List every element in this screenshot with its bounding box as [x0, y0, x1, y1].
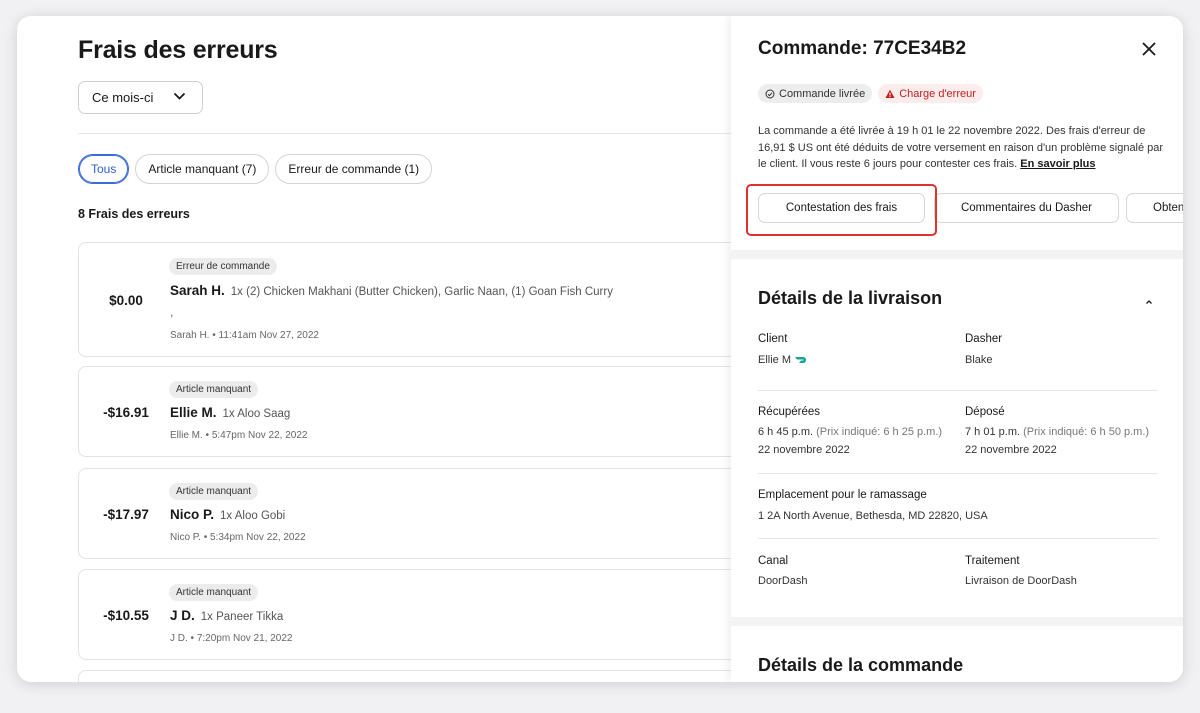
divider [758, 390, 1157, 391]
dropoff-quoted: (Prix indiqué: 6 h 50 p.m.) [1023, 426, 1150, 438]
close-icon[interactable] [1140, 40, 1158, 58]
error-charge-card[interactable]: $0.00 Erreur de commande Sarah H. 1x (2) … [78, 242, 758, 357]
category-tag: Article manquant [169, 483, 259, 500]
dispute-charge-button[interactable]: Contestation des frais [758, 193, 925, 223]
items-continuation: , [170, 305, 174, 319]
fulfillment-label: Traitement [965, 555, 1020, 567]
warning-icon [885, 89, 895, 98]
customer-name: Ellie M. [170, 405, 217, 420]
dropoff-time-line: 7 h 01 p.m. (Prix indiqué: 6 h 50 p.m.) [965, 426, 1149, 438]
section-divider [731, 250, 1183, 259]
category-tag: Article manquant [169, 584, 259, 601]
pickup-location-value: 1 2A North Avenue, Bethesda, MD 22820, U… [758, 510, 988, 522]
order-details-title: Détails de la commande [758, 655, 964, 675]
description-text: La commande a été livrée à 19 h 01 le 22… [758, 125, 1164, 170]
section-divider [731, 617, 1183, 626]
pickup-label: Récupérées [758, 406, 821, 418]
filter-all-chip[interactable]: Tous [78, 154, 130, 184]
divider [758, 473, 1157, 474]
charge-meta: Nico P. • 5:34pm Nov 22, 2022 [170, 532, 306, 543]
pickup-date: 22 novembre 2022 [758, 444, 850, 456]
charge-meta: Sarah H. • 11:41am Nov 27, 2022 [170, 330, 319, 341]
status-badges: Commande livrée Charge d'erreur [758, 84, 983, 103]
order-items: 1x Aloo Saag [222, 408, 291, 420]
page-title: Frais des erreurs [78, 36, 278, 64]
pickup-quoted: (Prix indiqué: 6 h 25 p.m.) [816, 426, 943, 438]
dropoff-date: 22 novembre 2022 [965, 444, 1057, 456]
client-label: Client [758, 333, 788, 345]
client-value: Ellie M [758, 354, 810, 366]
charge-amount: -$17.97 [103, 507, 149, 522]
results-count: 8 Frais des erreurs [78, 207, 190, 221]
order-items: 1x Aloo Gobi [220, 510, 286, 522]
client-name: Ellie M [758, 354, 792, 366]
customer-name: Sarah H. [170, 283, 225, 298]
error-charge-card[interactable]: -$16.91 Article manquant Ellie M. 1x Aloo… [78, 366, 758, 457]
category-tag: Article manquant [169, 381, 259, 398]
filter-chips: Tous Article manquant (7) Erreur de comm… [78, 154, 433, 184]
customer-line: Nico P. 1x Aloo Gobi [170, 507, 285, 522]
delivered-badge-label: Commande livrée [779, 87, 866, 100]
customer-line: J D. 1x Paneer Tikka [170, 608, 283, 623]
delivered-badge: Commande livrée [758, 84, 873, 103]
period-dropdown[interactable]: Ce mois-ci [78, 81, 203, 114]
error-charges-list-pane: Frais des erreurs Ce mois-ci Tous Articl… [17, 16, 758, 682]
error-charge-card[interactable]: -$17.97 Article manquant Nico P. 1x Aloo … [78, 468, 758, 559]
divider [758, 538, 1157, 539]
category-tag: Erreur de commande [169, 258, 277, 275]
order-detail-panel: Commande: 77CE34B2 Commande livrée Charg… [731, 16, 1183, 682]
pickup-time-line: 6 h 45 p.m. (Prix indiqué: 6 h 25 p.m.) [758, 426, 942, 438]
customer-line: Sarah H. 1x (2) Chicken Makhani (Butter C… [170, 283, 613, 298]
dasher-feedback-button[interactable]: Commentaires du Dasher [934, 193, 1119, 223]
check-circle-icon [765, 89, 775, 98]
dashpass-icon [795, 357, 807, 363]
error-charge-badge: Charge d'erreur [878, 84, 983, 103]
charge-amount: $0.00 [109, 293, 143, 308]
channel-value: DoorDash [758, 575, 808, 587]
charge-meta: J D. • 7:20pm Nov 21, 2022 [170, 633, 293, 644]
period-dropdown-label: Ce mois-ci [92, 90, 154, 105]
dropoff-time: 7 h 01 p.m. [965, 426, 1021, 438]
get-help-button[interactable]: Obtenir [1126, 193, 1183, 223]
charge-amount: -$16.91 [103, 405, 149, 420]
pickup-location-label: Emplacement pour le ramassage [758, 489, 927, 501]
dropoff-label: Déposé [965, 406, 1005, 418]
customer-name: Nico P. [170, 507, 215, 522]
order-items: 1x Paneer Tikka [200, 611, 284, 623]
error-charge-card[interactable] [78, 670, 758, 682]
dasher-label: Dasher [965, 333, 1003, 345]
filter-missing-item-chip[interactable]: Article manquant (7) [135, 154, 270, 184]
app-window: Frais des erreurs Ce mois-ci Tous Articl… [17, 16, 1183, 682]
error-charge-card[interactable]: -$10.55 Article manquant J D. 1x Paneer T… [78, 569, 758, 660]
filter-order-error-chip[interactable]: Erreur de commande (1) [275, 154, 433, 184]
customer-name: J D. [170, 608, 195, 623]
chevron-down-icon [173, 92, 186, 100]
error-charge-badge-label: Charge d'erreur [899, 87, 976, 100]
fulfillment-value: Livraison de DoorDash [965, 575, 1077, 587]
order-title: Commande: 77CE34B2 [758, 38, 967, 59]
order-description: La commande a été livrée à 19 h 01 le 22… [758, 123, 1166, 173]
learn-more-link[interactable]: En savoir plus [1020, 158, 1095, 170]
dasher-value: Blake [965, 354, 993, 366]
charge-meta: Ellie M. • 5:47pm Nov 22, 2022 [170, 430, 308, 441]
divider [78, 133, 738, 134]
chevron-up-icon[interactable] [1144, 298, 1154, 306]
channel-label: Canal [758, 555, 789, 567]
delivery-details-title: Détails de la livraison [758, 288, 943, 308]
pickup-time: 6 h 45 p.m. [758, 426, 814, 438]
charge-amount: -$10.55 [103, 608, 149, 623]
customer-line: Ellie M. 1x Aloo Saag [170, 405, 290, 420]
order-items: 1x (2) Chicken Makhani (Butter Chicken),… [230, 286, 613, 298]
